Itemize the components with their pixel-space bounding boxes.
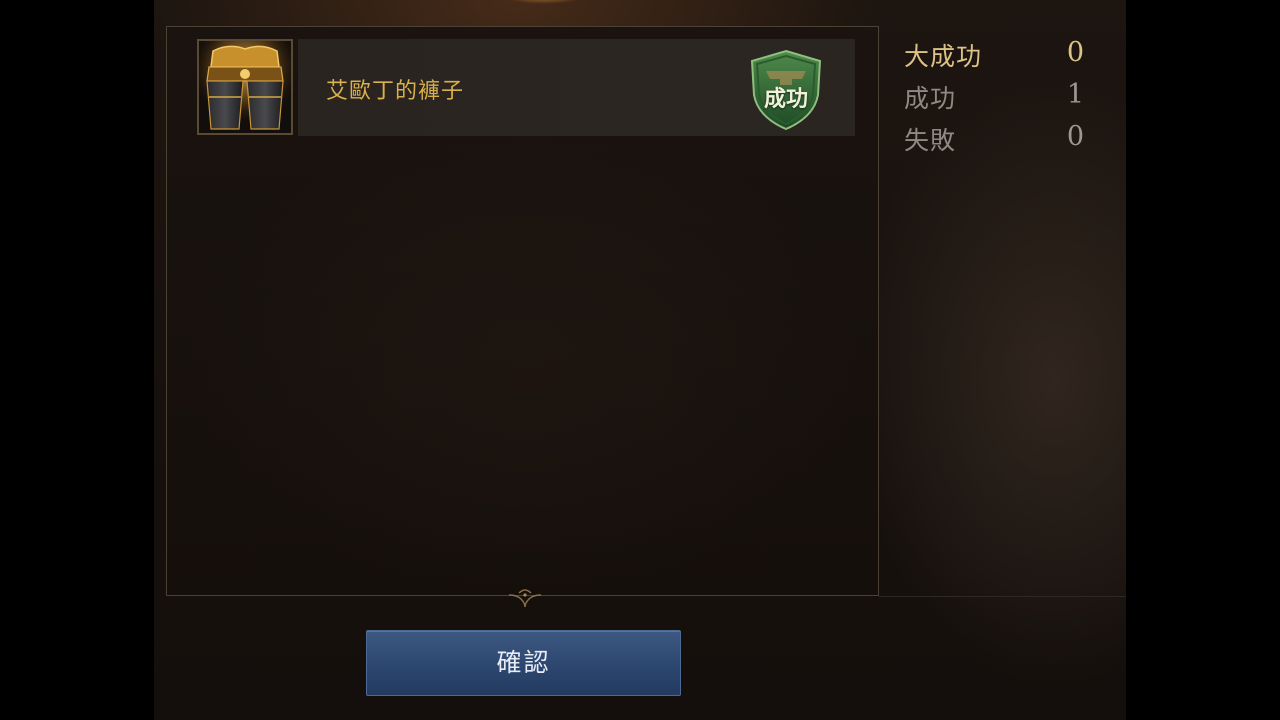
stat-great-success: 大成功 0 — [904, 32, 1094, 74]
panel-ornament-icon — [508, 589, 542, 608]
game-screen: 艾歐丁的褲子 成功 大成功 0 成功 1 失敗 0 確認 — [154, 0, 1126, 720]
success-badge: 成功 — [748, 49, 824, 131]
divider — [879, 596, 1126, 597]
confirm-button[interactable]: 確認 — [366, 630, 681, 696]
item-name: 艾歐丁的褲子 — [326, 79, 465, 104]
result-stats: 大成功 0 成功 1 失敗 0 — [904, 32, 1094, 158]
stat-value: 0 — [1066, 121, 1084, 152]
result-list-panel: 艾歐丁的褲子 成功 — [166, 26, 879, 608]
stat-success: 成功 1 — [904, 74, 1094, 116]
item-name-bar: 艾歐丁的褲子 成功 — [298, 39, 855, 136]
stat-label: 失敗 — [904, 126, 957, 155]
stat-value: 1 — [1066, 79, 1084, 110]
result-list-item[interactable]: 艾歐丁的褲子 成功 — [197, 39, 855, 136]
stat-failure: 失敗 0 — [904, 116, 1094, 158]
result-badge-label: 成功 — [763, 87, 808, 112]
item-icon-frame[interactable] — [197, 39, 293, 135]
top-glow-decoration — [504, 0, 584, 4]
stat-value: 0 — [1066, 37, 1084, 68]
stat-label: 成功 — [904, 84, 957, 113]
golden-pants-icon — [199, 41, 291, 133]
stat-label: 大成功 — [904, 42, 983, 71]
